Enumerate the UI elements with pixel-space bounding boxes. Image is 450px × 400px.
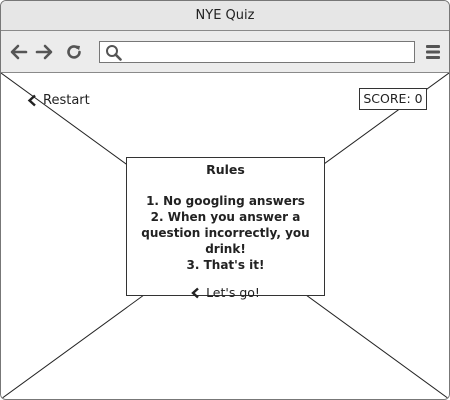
address-bar[interactable] <box>99 41 415 63</box>
search-icon <box>106 45 122 61</box>
rule-item: 3. That's it! <box>186 258 265 272</box>
hamburger-menu-icon[interactable] <box>425 44 441 60</box>
rule-item: 2. When you answer a question incorrectl… <box>141 210 310 256</box>
chevron-left-icon <box>27 94 36 106</box>
rules-title: Rules <box>206 162 245 177</box>
restart-label: Restart <box>43 92 90 108</box>
start-quiz-button[interactable]: Let's go! <box>191 285 260 300</box>
rules-list: 1. No googling answers 2. When you answe… <box>127 193 324 273</box>
chevron-left-icon <box>191 287 199 298</box>
score-display: SCORE: 0 <box>359 88 427 110</box>
browser-window: NYE Quiz Restart SCORE: 0 Rules 1. No go… <box>0 0 450 400</box>
back-arrow-icon[interactable] <box>10 43 28 61</box>
reload-icon[interactable] <box>65 43 83 61</box>
page-content: Restart SCORE: 0 Rules 1. No googling an… <box>1 73 449 399</box>
restart-button[interactable]: Restart <box>27 91 90 109</box>
window-title: NYE Quiz <box>1 1 449 31</box>
browser-toolbar <box>1 31 449 73</box>
rule-item: 1. No googling answers <box>146 194 305 208</box>
url-input[interactable] <box>124 43 414 63</box>
forward-arrow-icon[interactable] <box>35 43 53 61</box>
rules-dialog: Rules 1. No googling answers 2. When you… <box>126 157 325 300</box>
start-quiz-label: Let's go! <box>206 285 260 300</box>
